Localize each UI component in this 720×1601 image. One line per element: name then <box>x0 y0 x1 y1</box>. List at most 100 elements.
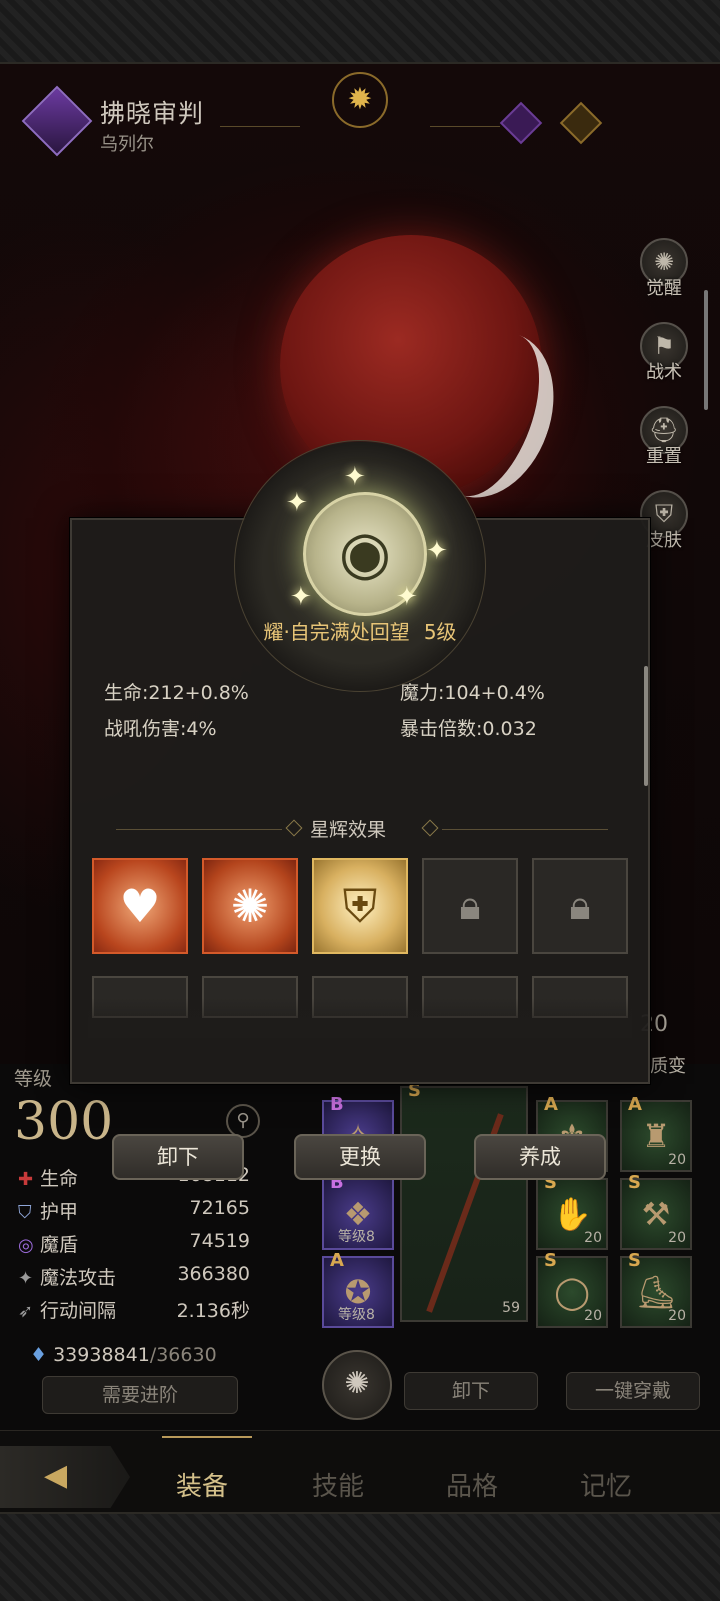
attr-row-magic-attack: ✦ 魔法攻击 366380 <box>18 1263 258 1293</box>
item-level: 20 <box>668 1152 686 1168</box>
constellation-title: 耀·自完满处回望 5级 <box>70 616 650 645</box>
lock-icon: 🔒︎ <box>569 883 591 929</box>
attr-name: 护甲 <box>40 1201 79 1223</box>
header-divider <box>220 126 300 127</box>
search-icon[interactable]: ⚲ <box>226 1104 260 1138</box>
item-level: 20 <box>584 1308 602 1324</box>
gear-slot[interactable]: S ✋ 20 <box>536 1172 608 1250</box>
gear-slot[interactable]: S ⚒ 20 <box>620 1172 692 1250</box>
section-divider <box>116 829 282 830</box>
speed-icon: ➶ <box>18 1301 34 1322</box>
grade-badge: S <box>544 1250 557 1271</box>
need-advance-button[interactable]: 需要进阶 <box>42 1376 238 1414</box>
attr-value: 2.136秒 <box>176 1300 250 1322</box>
attr-value: 74519 <box>189 1230 250 1252</box>
section-divider <box>442 829 608 830</box>
level-label: 等级 <box>14 1068 53 1090</box>
stat-warcry: 战吼伤害:4% <box>104 718 217 740</box>
replace-button[interactable]: 更换 <box>294 1134 426 1180</box>
essence-icon: ♦ <box>30 1344 48 1366</box>
stat-hp: 生命:212+0.8% <box>104 682 249 704</box>
equip-all-button[interactable]: 一键穿戴 <box>566 1372 700 1410</box>
stat-mana: 魔力:104+0.4% <box>400 682 545 704</box>
rune-level: 等级8 <box>338 1307 375 1323</box>
effect-slot-locked[interactable]: 🔒︎ <box>532 858 628 954</box>
side-scrollbar[interactable] <box>704 290 708 410</box>
stat-crit: 暴击倍数:0.032 <box>400 718 537 740</box>
cultivate-button[interactable]: 养成 <box>474 1134 606 1180</box>
item-level: 20 <box>584 1230 602 1246</box>
popup-scrollbar[interactable] <box>644 666 648 786</box>
attr-row-magic-shield: ◎ 魔盾 74519 <box>18 1230 258 1260</box>
grade-badge: A <box>544 1094 558 1115</box>
flame-burst-icon: ✺ <box>230 879 270 933</box>
hp-icon: ✚ <box>18 1169 34 1190</box>
rune-slot[interactable]: B ❖ 等级8 <box>322 1172 394 1250</box>
star-spark-icon: ✦ <box>426 536 448 566</box>
attr-name: 魔法攻击 <box>40 1267 117 1289</box>
transform-label[interactable]: 质变 <box>650 1052 686 1078</box>
item-level: 59 <box>502 1300 520 1316</box>
section-title: 星辉效果 <box>310 819 387 841</box>
attr-row-armor: ⛉ 护甲 72165 <box>18 1197 258 1227</box>
hero-title: 拂晓审判 <box>100 99 205 128</box>
side-awaken-button[interactable]: ✺ 觉醒 <box>630 238 698 306</box>
rune-slot[interactable]: A ✪ 等级8 <box>322 1250 394 1328</box>
star-spark-icon: ✦ <box>286 488 308 518</box>
heart-cross-icon: ♥ <box>119 879 161 933</box>
item-level: 20 <box>668 1308 686 1324</box>
top-ornament-bar <box>0 0 720 64</box>
lock-icon: 🔒︎ <box>459 883 481 929</box>
effect-slot[interactable]: ♥ <box>92 858 188 954</box>
side-label: 觉醒 <box>646 278 682 299</box>
scroll-fade <box>88 998 632 1038</box>
gear-slot[interactable]: S ⛸ 20 <box>620 1250 692 1328</box>
level-value: 300 <box>14 1092 114 1152</box>
effect-slot-locked[interactable]: 🔒︎ <box>422 858 518 954</box>
grade-badge: S <box>628 1172 641 1193</box>
active-tab-indicator <box>162 1436 252 1438</box>
side-reset-button[interactable]: ⛑ 重置 <box>630 406 698 474</box>
effect-slot[interactable]: ⛨ <box>312 858 408 954</box>
resource-required: /36630 <box>149 1344 217 1366</box>
tab-character[interactable]: 品格 <box>446 1466 498 1503</box>
weapon-slot[interactable]: S 59 <box>400 1080 528 1322</box>
resource-amount: 33938841 <box>53 1344 150 1366</box>
attr-name: 行动间隔 <box>40 1300 117 1322</box>
grade-badge: B <box>330 1094 344 1115</box>
attr-value: 72165 <box>189 1197 250 1219</box>
rune-level: 等级8 <box>338 1229 375 1245</box>
hero-name: 乌列尔 <box>100 134 154 155</box>
magic-attack-icon: ✦ <box>18 1268 34 1289</box>
sun-crest-icon: ✹ <box>332 72 388 128</box>
gear-slot[interactable]: A ♜ 20 <box>620 1094 692 1172</box>
attr-value: 366380 <box>177 1263 250 1285</box>
constellation-level: 5级 <box>423 620 457 644</box>
grade-badge: A <box>628 1094 642 1115</box>
gear-slot[interactable]: S ◯ 20 <box>536 1250 608 1328</box>
star-spark-icon: ✦ <box>290 582 312 612</box>
armor-shield-icon: ⛉ <box>18 1202 32 1223</box>
star-spark-icon: ✦ <box>396 582 418 612</box>
tab-memory[interactable]: 记忆 <box>580 1466 632 1503</box>
unequip-button[interactable]: 卸下 <box>112 1134 244 1180</box>
unequip-all-button[interactable]: 卸下 <box>404 1372 538 1410</box>
back-arrow-icon: ◀ <box>44 1458 68 1493</box>
attr-name: 魔盾 <box>40 1234 79 1256</box>
spiral-shield-icon: ⛨ <box>342 879 378 933</box>
bottom-ornament-bar <box>0 1512 720 1601</box>
side-tactics-button[interactable]: ⚑ 战术 <box>630 322 698 390</box>
star-spark-icon: ✦ <box>344 462 366 492</box>
constellation-medal-button[interactable]: ✺ <box>322 1350 392 1420</box>
back-button[interactable]: ◀ <box>0 1446 130 1508</box>
tab-skills[interactable]: 技能 <box>312 1466 364 1503</box>
attr-row-action-interval: ➶ 行动间隔 2.136秒 <box>18 1296 258 1326</box>
resource-row: ♦ 33938841/36630 <box>30 1344 217 1366</box>
grade-badge: S <box>628 1250 641 1271</box>
effect-slot[interactable]: ✺ <box>202 858 298 954</box>
header-divider <box>430 126 500 127</box>
magic-shield-icon: ◎ <box>18 1235 34 1256</box>
grade-badge: A <box>330 1250 344 1271</box>
side-label: 重置 <box>646 446 682 467</box>
tab-equipment[interactable]: 装备 <box>176 1466 228 1503</box>
